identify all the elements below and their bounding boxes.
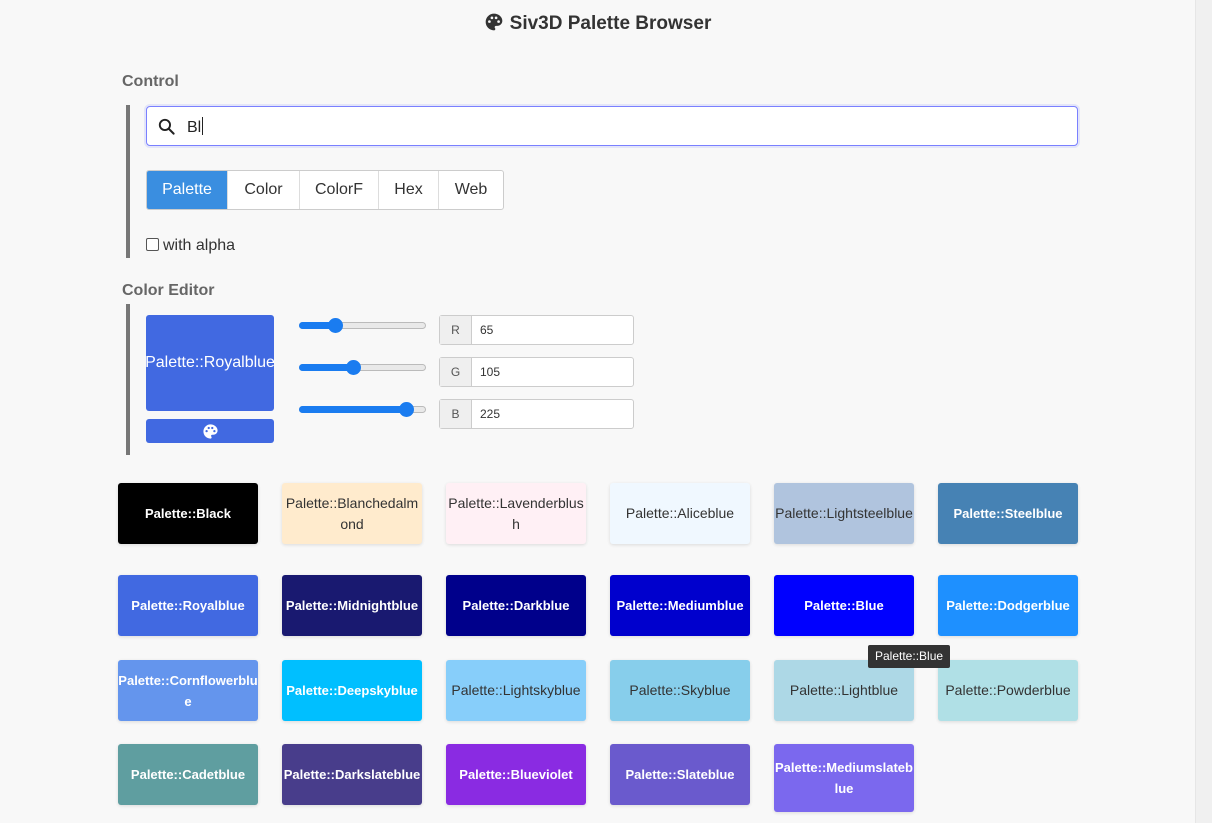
blue-field-label: B [440, 400, 472, 428]
color-tile[interactable]: Palette::Royalblue [118, 575, 258, 636]
red-slider[interactable] [299, 317, 426, 333]
color-tile[interactable]: Palette::Darkslateblue [282, 744, 422, 805]
format-button-color[interactable]: Color [228, 171, 300, 209]
tooltip: Palette::Blue [868, 645, 951, 668]
blue-field-value[interactable]: 225 [472, 400, 500, 428]
color-tile[interactable]: Palette::Cornflowerblue [118, 660, 258, 721]
page: Siv3D Palette Browser Control Bl Palette… [0, 0, 1195, 823]
red-field-label: R [440, 316, 472, 344]
color-tile[interactable]: Palette::Powderblue [938, 660, 1078, 721]
green-value-field[interactable]: G 105 [439, 357, 634, 387]
slider-thumb[interactable] [328, 318, 343, 333]
color-tile[interactable]: Palette::Black [118, 483, 258, 544]
color-tile[interactable]: Palette::Deepskyblue [282, 660, 422, 721]
format-button-hex[interactable]: Hex [379, 171, 439, 209]
color-tile[interactable]: Palette::Mediumslateblue [774, 744, 914, 812]
color-tile[interactable]: Palette::Blue [774, 575, 914, 636]
format-button-web[interactable]: Web [439, 171, 503, 209]
blue-value-field[interactable]: B 225 [439, 399, 634, 429]
color-tile[interactable]: Palette::Lightblue [774, 660, 914, 721]
color-tile[interactable]: Palette::Blanchedalmond [282, 483, 422, 544]
color-picker-button[interactable] [146, 419, 274, 443]
color-tile[interactable]: Palette::Midnightblue [282, 575, 422, 636]
search-icon [158, 118, 175, 135]
red-value-field[interactable]: R 65 [439, 315, 634, 345]
color-tile[interactable]: Palette::Lavenderblush [446, 483, 586, 544]
red-field-value[interactable]: 65 [472, 316, 493, 344]
color-tile[interactable]: Palette::Slateblue [610, 744, 750, 805]
color-preview-swatch: Palette::Royalblue [145, 315, 275, 411]
vertical-scrollbar[interactable] [1195, 0, 1212, 823]
color-tile[interactable]: Palette::Lightsteelblue [774, 483, 914, 544]
palette-icon [485, 13, 502, 31]
with-alpha-checkbox[interactable] [146, 238, 159, 251]
slider-thumb[interactable] [346, 360, 361, 375]
slider-fill [299, 406, 406, 413]
palette-icon [202, 423, 218, 439]
color-tile[interactable]: Palette::Blueviolet [446, 744, 586, 805]
format-button-group: Palette Color ColorF Hex Web [146, 170, 504, 210]
color-tile[interactable]: Palette::Aliceblue [610, 483, 750, 544]
blue-slider[interactable] [299, 401, 426, 417]
control-section-label: Control [122, 73, 179, 90]
color-tile[interactable]: Palette::Skyblue [610, 660, 750, 721]
with-alpha-option[interactable]: with alpha [146, 237, 235, 255]
format-button-palette[interactable]: Palette [147, 171, 228, 209]
color-tile[interactable]: Palette::Darkblue [446, 575, 586, 636]
slider-fill [299, 364, 353, 371]
app-title: Siv3D Palette Browser [0, 12, 1195, 35]
color-tile[interactable]: Palette::Dodgerblue [938, 575, 1078, 636]
control-section-bar [126, 105, 130, 258]
format-button-colorf[interactable]: ColorF [300, 171, 379, 209]
color-editor-section-bar [126, 304, 130, 455]
slider-thumb[interactable] [399, 402, 414, 417]
search-input-value: Bl [187, 117, 204, 136]
app-title-text: Siv3D Palette Browser [509, 13, 712, 34]
green-field-value[interactable]: 105 [472, 358, 500, 386]
color-tile[interactable]: Palette::Cadetblue [118, 744, 258, 805]
with-alpha-label: with alpha [163, 237, 236, 254]
green-field-label: G [440, 358, 472, 386]
color-editor-section-label: Color Editor [122, 282, 215, 299]
color-tile[interactable]: Palette::Mediumblue [610, 575, 750, 636]
color-tile[interactable]: Palette::Steelblue [938, 483, 1078, 544]
color-tile[interactable]: Palette::Lightskyblue [446, 660, 586, 721]
green-slider[interactable] [299, 359, 426, 375]
search-input[interactable]: Bl [146, 106, 1078, 146]
text-caret [202, 117, 204, 135]
